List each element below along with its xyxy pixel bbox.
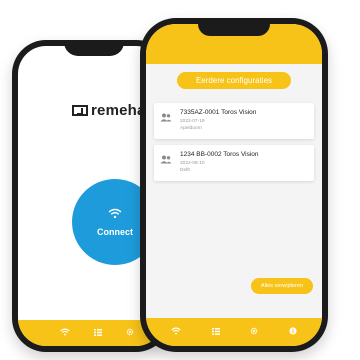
- configuration-city: Delft: [180, 168, 190, 173]
- people-icon: [160, 155, 172, 166]
- remeha-logo: remeha: [72, 102, 146, 119]
- remeha-logo-text: remeha: [91, 102, 146, 119]
- connect-label: Connect: [97, 227, 133, 237]
- configuration-date: 2022-08-10: [180, 161, 205, 166]
- wifi-icon: [108, 207, 122, 221]
- front-screen: Eerdere configuraties 7335AZ-0001 Toros …: [146, 24, 322, 346]
- front-tabbar: [146, 318, 322, 346]
- list-icon[interactable]: [94, 328, 102, 338]
- wifi-icon[interactable]: [171, 327, 181, 337]
- configuration-city: Apeldoorn: [180, 126, 202, 131]
- front-notch: [198, 18, 270, 36]
- gear-icon[interactable]: [250, 327, 258, 337]
- wifi-icon[interactable]: [60, 328, 70, 338]
- list-icon[interactable]: [211, 327, 220, 337]
- info-icon[interactable]: [289, 327, 297, 337]
- gear-icon[interactable]: [126, 328, 134, 338]
- remove-all-button[interactable]: Alles verwijderen: [251, 278, 313, 294]
- configuration-name: 1234 BB-0002 Toros Vision: [180, 151, 259, 158]
- configuration-date: 2022-07-19: [180, 119, 205, 124]
- configuration-name: 7335AZ-0001 Toros Vision: [180, 109, 257, 116]
- configuration-item[interactable]: 7335AZ-0001 Toros Vision 2022-07-19 Apel…: [154, 103, 314, 139]
- people-icon: [160, 113, 172, 124]
- configuration-item[interactable]: 1234 BB-0002 Toros Vision 2022-08-10 Del…: [154, 145, 314, 181]
- phone-front: Eerdere configuraties 7335AZ-0001 Toros …: [140, 18, 328, 352]
- page-title: Eerdere configuraties: [177, 72, 291, 89]
- remeha-logo-mark: [72, 105, 88, 116]
- back-notch: [64, 40, 124, 56]
